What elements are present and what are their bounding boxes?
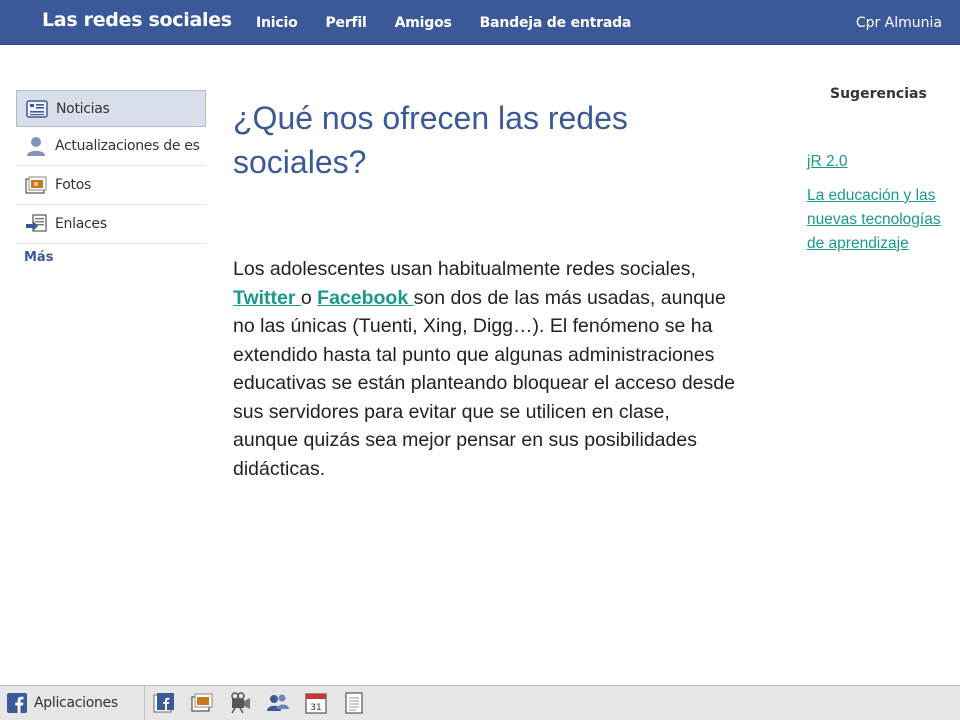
- nav-link-amigos[interactable]: Amigos: [395, 15, 452, 31]
- sidebar-item-fotos[interactable]: Fotos: [16, 166, 206, 205]
- facebook-link[interactable]: Facebook: [317, 287, 413, 309]
- site-logo[interactable]: Las redes sociales: [42, 9, 232, 31]
- top-navigation-bar: Las redes sociales Inicio Perfil Amigos …: [0, 0, 960, 45]
- sidebar-item-enlaces[interactable]: Enlaces: [16, 205, 206, 244]
- links-icon: [25, 214, 47, 234]
- notes-icon[interactable]: [342, 691, 366, 715]
- sidebar-item-noticias[interactable]: Noticias: [16, 90, 206, 127]
- applications-button[interactable]: Aplicaciones: [0, 686, 145, 720]
- body-text: son dos de las más usadas, aunque no las…: [233, 286, 735, 480]
- main-nav: Inicio Perfil Amigos Bandeja de entrada: [256, 15, 659, 31]
- sidebar-item-label: Fotos: [55, 177, 91, 193]
- sidebar-item-label: Noticias: [56, 100, 110, 117]
- page-title: ¿Qué nos ofrecen las redes sociales?: [233, 100, 628, 180]
- suggestions-heading: Sugerencias: [830, 86, 927, 102]
- photos-icon: [25, 175, 47, 195]
- app-tray: 31: [152, 691, 380, 715]
- nav-link-perfil[interactable]: Perfil: [326, 15, 367, 31]
- twitter-link[interactable]: Twitter: [233, 287, 301, 309]
- bottom-app-bar: Aplicaciones 31: [0, 685, 960, 720]
- sidebar-item-label: Actualizaciones de es: [55, 138, 200, 154]
- facebook-logo-icon: [7, 693, 27, 713]
- facebook-app-icon[interactable]: [152, 691, 176, 715]
- video-app-icon[interactable]: [228, 691, 252, 715]
- news-feed-icon: [26, 99, 48, 119]
- user-account-link[interactable]: Cpr Almunia: [856, 15, 942, 31]
- suggestion-link-jr20[interactable]: jR 2.0: [807, 150, 952, 174]
- nav-link-bandeja-de-entrada[interactable]: Bandeja de entrada: [480, 15, 632, 31]
- body-text: Los adolescentes usan habitualmente rede…: [233, 258, 696, 280]
- left-sidebar: Noticias Actualizaciones de es Fotos Enl…: [16, 90, 206, 265]
- calendar-icon[interactable]: 31: [304, 691, 328, 715]
- applications-label: Aplicaciones: [34, 695, 118, 711]
- user-icon: [25, 136, 47, 156]
- sidebar-more-link[interactable]: Más: [24, 250, 206, 265]
- suggestions-list: jR 2.0 La educación y las nuevas tecnolo…: [807, 150, 952, 266]
- suggestion-link-educacion[interactable]: La educación y las nuevas tecnologías de…: [807, 184, 952, 256]
- nav-link-inicio[interactable]: Inicio: [256, 15, 298, 31]
- sidebar-item-actualizaciones[interactable]: Actualizaciones de es: [16, 127, 206, 166]
- main-paragraph: Los adolescentes usan habitualmente rede…: [233, 255, 738, 483]
- sidebar-item-label: Enlaces: [55, 216, 107, 232]
- friends-app-icon[interactable]: [266, 691, 290, 715]
- calendar-day: 31: [310, 703, 321, 713]
- photos-app-icon[interactable]: [190, 691, 214, 715]
- body-text: o: [300, 286, 318, 309]
